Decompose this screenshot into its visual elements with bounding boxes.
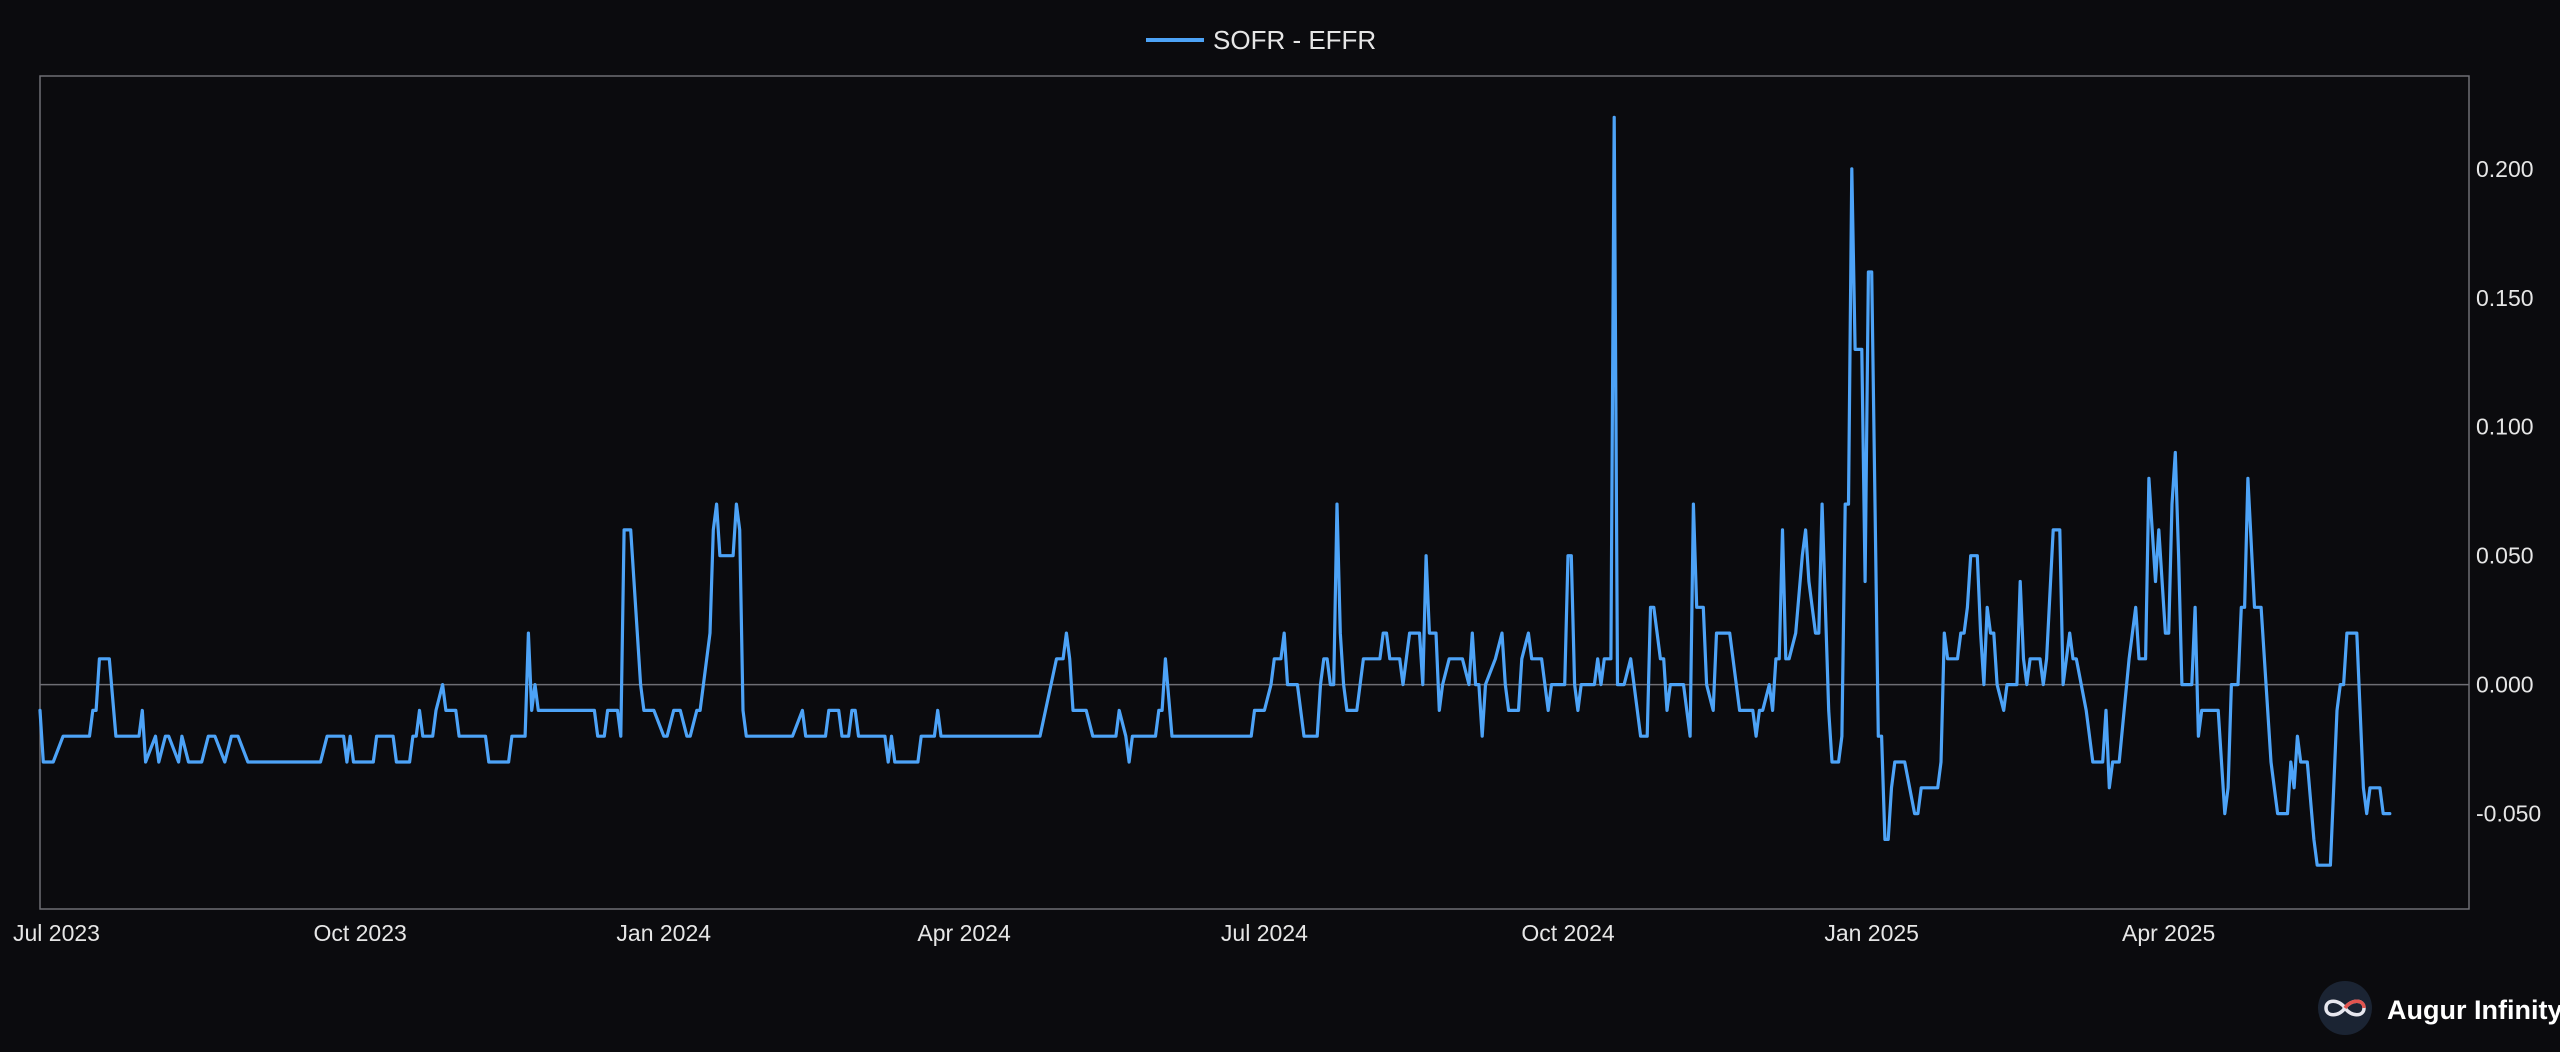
x-tick-label: Jul 2024	[1221, 920, 1308, 946]
x-tick-label: Apr 2025	[2122, 920, 2215, 946]
y-tick-label: 0.100	[2476, 414, 2534, 440]
chart-background	[0, 0, 2560, 1052]
y-tick-label: 0.150	[2476, 285, 2534, 311]
x-tick-label: Jul 2023	[13, 920, 100, 946]
chart: SOFR - EFFR Jul 2023 Oct 2023 Jan 2024 Apr …	[0, 0, 2560, 1052]
x-tick-label: Oct 2023	[313, 920, 406, 946]
y-tick-label: 0.200	[2476, 156, 2534, 182]
y-tick-label: -0.050	[2476, 801, 2541, 827]
y-tick-label: 0.050	[2476, 543, 2534, 569]
x-tick-label: Jan 2024	[616, 920, 711, 946]
brand-name: Augur Infinity	[2387, 995, 2560, 1025]
legend-label: SOFR - EFFR	[1213, 25, 1376, 55]
x-tick-label: Apr 2024	[917, 920, 1011, 946]
x-tick-label: Jan 2025	[1824, 920, 1919, 946]
y-tick-label: 0.000	[2476, 672, 2534, 698]
x-tick-label: Oct 2024	[1521, 920, 1615, 946]
